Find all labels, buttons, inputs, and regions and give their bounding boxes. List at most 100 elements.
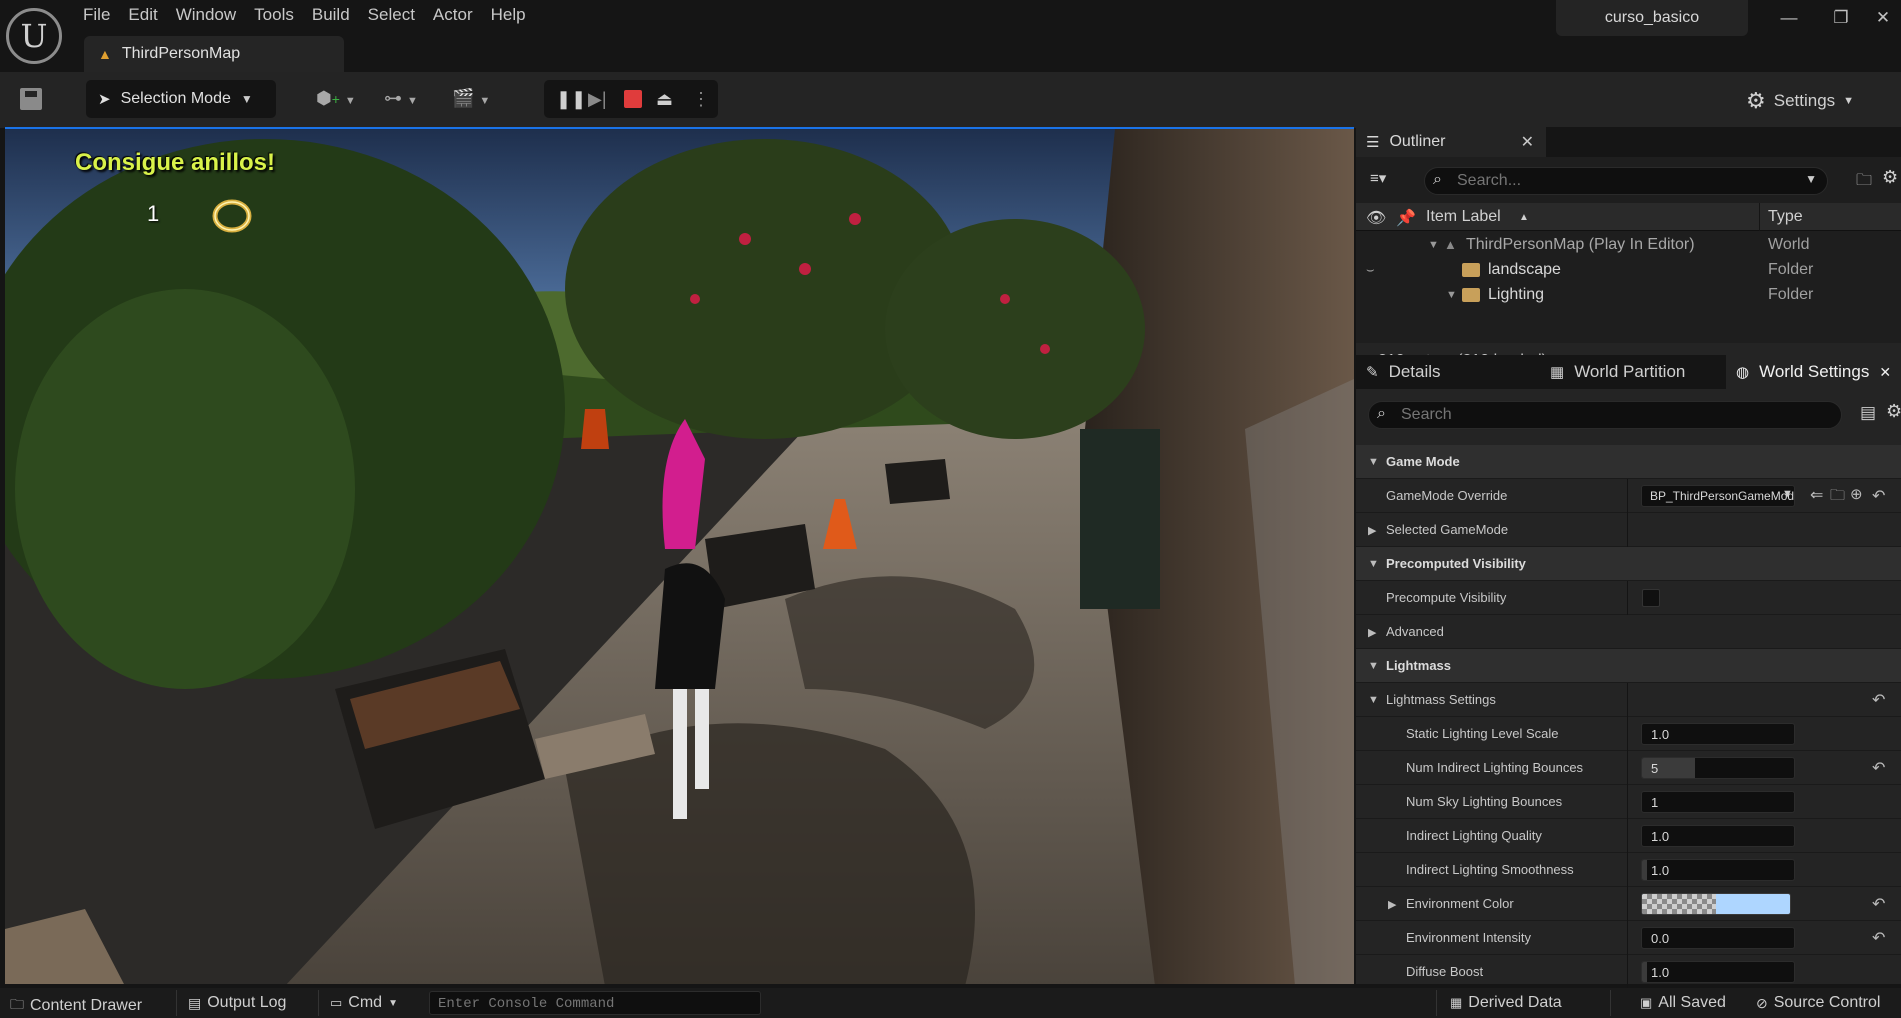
section-lightmass[interactable]: ▼ Lightmass [1356, 649, 1901, 683]
content-drawer-label: Content Drawer [30, 997, 143, 1014]
close-window-icon[interactable]: ✕ [1868, 8, 1898, 34]
details-search-input[interactable]: ⌕ [1368, 401, 1842, 429]
menu-window[interactable]: Window [167, 0, 245, 30]
section-precomputed-visibility[interactable]: ▼ Precomputed Visibility [1356, 547, 1901, 581]
outliner-search-row: ≡▾ ⌕ ▼ 🗀 ⚙ [1356, 163, 1901, 199]
browse-folder-icon[interactable]: 🗀 [1830, 485, 1845, 510]
chevron-down-icon: ▼ [1782, 488, 1793, 500]
table-view-icon[interactable]: ▤ [1860, 403, 1876, 423]
content-drawer-button[interactable]: 🗀 Content Drawer [10, 994, 142, 1018]
numeric-field[interactable]: 1 [1641, 791, 1795, 813]
precompute-visibility-checkbox[interactable] [1642, 589, 1660, 607]
reset-icon[interactable]: ↶ [1872, 690, 1885, 710]
add-actor-icon[interactable]: ⬢+ ▼ [316, 88, 356, 109]
outliner-row-lighting[interactable]: ▼ Lighting Folder [1356, 283, 1901, 305]
prop-row: Diffuse Boost 1.0 [1356, 955, 1901, 989]
section-game-mode[interactable]: ▼ Game Mode [1356, 445, 1901, 479]
gear-icon[interactable]: ⚙ [1882, 167, 1898, 188]
outliner-search-input[interactable]: ⌕ ▼ [1424, 167, 1828, 195]
stop-icon[interactable] [624, 90, 642, 108]
more-options-icon[interactable]: ⋮ [692, 89, 710, 109]
menu-edit[interactable]: Edit [119, 0, 166, 30]
filter-icon[interactable]: ≡▾ [1370, 169, 1386, 187]
prop-lightmass-settings[interactable]: ▼ Lightmass Settings ↶ [1356, 683, 1901, 717]
close-icon[interactable]: ✕ [1521, 132, 1534, 152]
menu-actor[interactable]: Actor [424, 0, 482, 30]
visibility-hidden-icon[interactable]: ⌣ [1366, 262, 1375, 278]
outliner-row-label: landscape [1488, 261, 1561, 278]
field-value: 1.0 [1651, 965, 1670, 980]
outliner-tab-label: Outliner [1389, 133, 1446, 150]
numeric-field[interactable]: 1.0 [1641, 961, 1795, 983]
reset-icon[interactable]: ↶ [1872, 486, 1885, 506]
tab-details[interactable]: ✎ Details [1356, 355, 1536, 389]
right-panel: ☰ Outliner ✕ ≡▾ ⌕ ▼ 🗀 ⚙ 👁 📌 Item Label ▲… [1356, 127, 1901, 989]
chevron-right-icon: ▶ [1368, 627, 1377, 639]
chevron-down-icon: ▼ [1368, 694, 1379, 706]
folder-icon [1462, 263, 1480, 277]
menu-help[interactable]: Help [482, 0, 535, 30]
browse-back-icon[interactable]: ⇐ [1810, 485, 1823, 505]
menu-select[interactable]: Select [359, 0, 424, 30]
menu-tools[interactable]: Tools [245, 0, 303, 30]
column-item-label[interactable]: Item Label [1426, 208, 1501, 226]
settings-button[interactable]: ⚙ Settings ▼ [1746, 88, 1854, 114]
selection-mode-dropdown[interactable]: ➤ Selection Mode ▼ [86, 80, 276, 118]
numeric-field[interactable]: 1.0 [1641, 723, 1795, 745]
prop-selected-gamemode[interactable]: ▶ Selected GameMode [1356, 513, 1901, 547]
source-control-button[interactable]: ⊘ Source Control [1756, 994, 1880, 1012]
step-frame-icon[interactable]: ▶| [588, 89, 607, 109]
output-log-label: Output Log [207, 994, 287, 1011]
derived-data-button[interactable]: ▦ Derived Data [1450, 994, 1562, 1012]
console-command-field[interactable] [438, 996, 748, 1012]
prop-row: Static Lighting Level Scale 1.0 [1356, 717, 1901, 751]
output-log-button[interactable]: ▤ Output Log [188, 994, 286, 1012]
reset-icon[interactable]: ↶ [1872, 758, 1885, 778]
outliner-row-world[interactable]: ▼ ▲ ThirdPersonMap (Play In Editor) Worl… [1356, 233, 1901, 258]
numeric-field[interactable]: 0.0 [1641, 927, 1795, 949]
column-type[interactable]: Type [1768, 208, 1803, 226]
environment-color-swatch[interactable] [1641, 893, 1791, 915]
console-command-input[interactable] [429, 991, 761, 1015]
tab-world-partition[interactable]: ▦ World Partition [1536, 355, 1706, 389]
reset-icon[interactable]: ↶ [1872, 928, 1885, 948]
restore-icon[interactable]: ❐ [1826, 8, 1856, 34]
tab-third-person-map[interactable]: ▲ ThirdPersonMap [84, 36, 344, 72]
use-selected-icon[interactable]: ⊕ [1850, 485, 1863, 503]
menu-file[interactable]: File [74, 0, 119, 30]
pin-icon[interactable]: 📌 [1396, 208, 1416, 228]
prop-advanced[interactable]: ▶ Advanced [1356, 615, 1901, 649]
visibility-icon[interactable]: 👁 [1366, 208, 1386, 228]
slider-fill [1642, 860, 1647, 880]
numeric-field[interactable]: 5 [1641, 757, 1795, 779]
play-controls: ❚❚ ▶| ⏏ ⋮ [544, 80, 718, 118]
eject-icon[interactable]: ⏏ [656, 89, 673, 109]
blueprint-icon[interactable]: ⊶ ▼ [384, 88, 418, 109]
close-icon[interactable]: ✕ [1879, 364, 1891, 381]
numeric-field[interactable]: 1.0 [1641, 859, 1795, 881]
level-viewport[interactable]: Consigue anillos! 1 [5, 127, 1354, 984]
cmd-dropdown[interactable]: ▭ Cmd ▼ [330, 994, 398, 1012]
reset-icon[interactable]: ↶ [1872, 894, 1885, 914]
trash-bin [1080, 429, 1160, 609]
outliner-row-landscape[interactable]: ⌣ landscape Folder [1356, 258, 1901, 283]
gear-icon[interactable]: ⚙ [1886, 401, 1901, 422]
chevron-down-icon: ▼ [1368, 558, 1379, 570]
cursor-icon: ➤ [98, 91, 111, 108]
tab-world-settings[interactable]: ◍ World Settings ✕ [1726, 355, 1901, 389]
gamemode-override-dropdown[interactable]: BP_ThirdPersonGameMode [1641, 485, 1795, 507]
prop-label: Advanced [1386, 624, 1444, 639]
outliner-search-field[interactable] [1457, 172, 1779, 190]
details-search-field[interactable] [1401, 406, 1779, 424]
chevron-right-icon[interactable]: ▶ [1388, 898, 1396, 911]
add-folder-icon[interactable]: 🗀 [1856, 169, 1872, 196]
menu-build[interactable]: Build [303, 0, 359, 30]
unreal-logo-icon[interactable]: U [6, 8, 62, 64]
numeric-field[interactable]: 1.0 [1641, 825, 1795, 847]
tab-outliner[interactable]: ☰ Outliner ✕ [1356, 127, 1546, 157]
all-saved-button[interactable]: ▣ All Saved [1640, 994, 1726, 1012]
pause-icon[interactable]: ❚❚ [556, 89, 586, 109]
save-icon[interactable] [20, 88, 42, 110]
cinematics-icon[interactable]: 🎬 ▼ [452, 88, 490, 109]
minimize-icon[interactable]: — [1774, 8, 1804, 34]
